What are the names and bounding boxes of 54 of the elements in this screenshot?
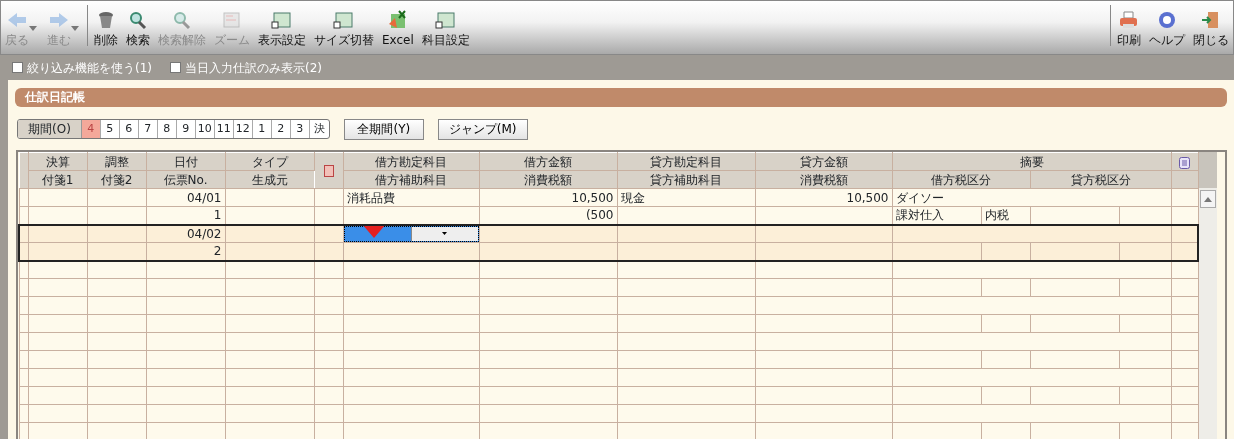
panel-title: 仕訳日記帳 (15, 88, 1227, 107)
toolbar-button[interactable]: サイズ切替 (310, 1, 378, 54)
book-icon[interactable] (323, 165, 334, 177)
table-cell: 04/02 (146, 224, 225, 243)
account-dropdown[interactable] (343, 224, 479, 243)
column-header: 調整 (87, 152, 146, 171)
column-header: タイプ (225, 152, 314, 171)
toolbar-button[interactable]: 検索 (122, 1, 154, 54)
column-header: 摘要 (892, 152, 1171, 171)
period-tab[interactable]: 3 (290, 120, 310, 138)
period-tab[interactable]: 11 (214, 120, 234, 138)
period-button[interactable]: ジャンプ(M) (437, 118, 528, 140)
column-header: 借方金額 (479, 152, 617, 171)
help-icon (1156, 10, 1178, 30)
notepad-icon[interactable] (1179, 155, 1190, 169)
toolbar-button[interactable]: 印刷 (1113, 1, 1145, 54)
dropdown-caret-icon (71, 26, 79, 31)
scroll-up-icon (1204, 196, 1212, 202)
column-header: 貸方金額 (755, 152, 892, 171)
period-tab[interactable]: 12 (233, 120, 253, 138)
period-tab[interactable]: 7 (138, 120, 158, 138)
dropdown-caret-icon[interactable] (442, 232, 447, 236)
period-tab[interactable]: 1 (252, 120, 272, 138)
dropdown-caret-icon (29, 26, 37, 31)
period-tab[interactable]: 5 (100, 120, 120, 138)
toolbar-button[interactable]: 削除 (90, 1, 122, 54)
search-icon (127, 10, 149, 30)
scrollbar[interactable] (1199, 152, 1217, 439)
period-tab[interactable]: 6 (119, 120, 139, 138)
printer-icon (1118, 10, 1140, 30)
toolbar-button[interactable]: 科目設定 (417, 1, 474, 54)
zoom-icon (221, 10, 243, 30)
period-tab[interactable]: 決 (309, 120, 329, 138)
period-button[interactable]: 全期間(Y) (343, 118, 424, 140)
toolbar-button[interactable]: ヘルプ (1145, 1, 1189, 54)
period-label: 期間(O) (18, 120, 82, 138)
toolbar-button[interactable]: 閉じる (1189, 1, 1233, 54)
period-tab[interactable]: 2 (271, 120, 291, 138)
column-header: 決算 (28, 152, 87, 171)
scrollbar-header (1199, 152, 1217, 188)
sheet-icon (434, 10, 457, 30)
sheet-icon (271, 10, 293, 30)
search-icon (171, 10, 193, 30)
toolbar-button[interactable]: 表示設定 (254, 1, 310, 54)
sheet-icon (333, 10, 355, 30)
period-tab[interactable]: 9 (176, 120, 196, 138)
column-header: 借方勘定科目 (343, 152, 479, 171)
toolbar-button[interactable]: Excel (378, 1, 418, 54)
period-tab[interactable]: 10 (195, 120, 215, 138)
arrow-left-icon (6, 10, 28, 30)
column-header: 日付 (146, 152, 225, 171)
period-tab[interactable]: 8 (157, 120, 177, 138)
column-header: 貸方勘定科目 (617, 152, 755, 171)
arrow-right-icon (48, 10, 70, 30)
